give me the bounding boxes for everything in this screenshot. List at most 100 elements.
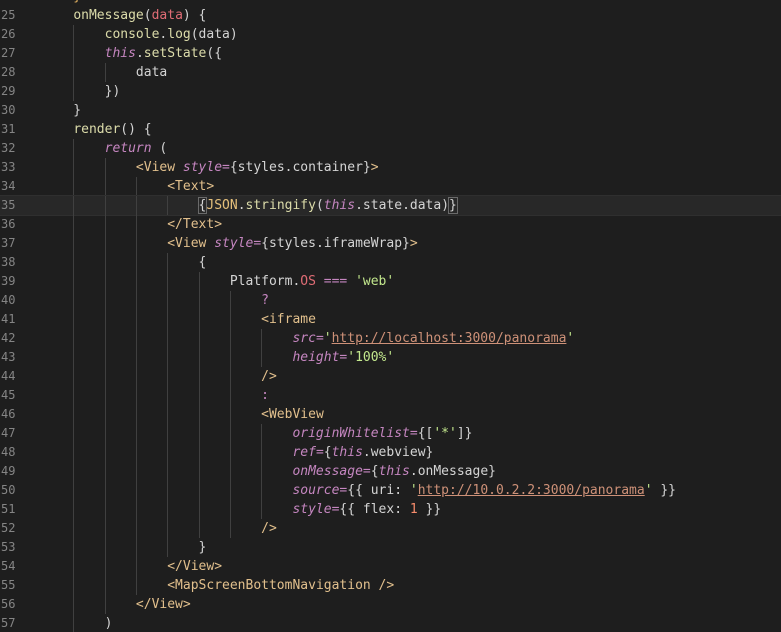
code-token: {{ uri: (347, 483, 410, 498)
line-number: 28 (1, 65, 16, 79)
code-line[interactable]: 37 <View style={styles.iframeWrap}> (0, 234, 781, 253)
code-line[interactable]: 55 <MapScreenBottomNavigation /> (0, 576, 781, 595)
code-line[interactable]: 39 Platform.OS === 'web' (0, 272, 781, 291)
line-number: 31 (1, 122, 16, 136)
line-code: this.setState({ (42, 44, 222, 63)
code-line[interactable]: 38 { (0, 253, 781, 272)
line-number: 50 (1, 483, 16, 497)
code-line[interactable]: 45 : (0, 386, 781, 405)
code-line[interactable]: 28 data (0, 63, 781, 82)
code-token: log (167, 27, 191, 42)
line-number: 45 (1, 388, 16, 402)
code-line[interactable]: 31 render() { (0, 120, 781, 139)
code-token: ' (566, 331, 575, 346)
code-line[interactable]: 47 originWhitelist={['*']} (0, 424, 781, 443)
line-code: onMessage={this.onMessage} (42, 462, 496, 481)
line-code: : (42, 386, 269, 405)
line-number: 40 (1, 293, 16, 307)
line-code: return ( (42, 139, 168, 158)
code-line[interactable]: 27 this.setState({ (0, 44, 781, 63)
code-token: = (409, 426, 418, 441)
code-token: source (292, 483, 340, 498)
line-number: 43 (1, 350, 16, 364)
code-line[interactable]: 49 onMessage={this.onMessage} (0, 462, 781, 481)
line-code: height='100%' (42, 348, 394, 367)
code-line[interactable]: 46 <WebView (0, 405, 781, 424)
line-code: <Text> (42, 177, 214, 196)
line-code: console.log(data) (42, 25, 238, 44)
code-line[interactable]: 35 {JSON.stringify(this.state.data)} (0, 195, 781, 216)
line-code: style={{ flex: 1 }} (42, 500, 441, 519)
line-number: 46 (1, 407, 16, 421)
line-code: </Text> (42, 215, 222, 234)
line-number: 27 (1, 46, 16, 60)
code-token: = (362, 464, 371, 479)
code-line[interactable]: 42 src='http://localhost:3000/panorama' (0, 329, 781, 348)
code-line[interactable]: 40 ? (0, 291, 781, 310)
line-code: } (42, 101, 81, 120)
code-line[interactable]: 56 </View> (0, 595, 781, 614)
code-line[interactable]: 50 source={{ uri: 'http://10.0.2.2:3000/… (0, 481, 781, 500)
line-number: 47 (1, 426, 16, 440)
code-token: this (104, 46, 136, 61)
code-token: > (409, 236, 418, 251)
code-line[interactable]: 26 console.log(data) (0, 25, 781, 44)
code-token: data (151, 8, 183, 23)
line-code: onMessage(data) { (42, 6, 206, 25)
line-code: originWhitelist={['*']} (42, 424, 472, 443)
code-line[interactable]: 48 ref={this.webview} (0, 443, 781, 462)
code-token: style (292, 502, 332, 517)
line-number: 30 (1, 103, 16, 117)
code-line[interactable]: 52 /> (0, 519, 781, 538)
line-number: 55 (1, 578, 16, 592)
line-number: 36 (1, 217, 16, 231)
code-line[interactable]: 29 }) (0, 82, 781, 101)
line-number: 48 (1, 445, 16, 459)
code-token: === (323, 274, 348, 289)
line-number: 42 (1, 331, 16, 345)
code-token: height (292, 350, 340, 365)
code-line[interactable]: 53 } (0, 538, 781, 557)
code-token: = (253, 236, 262, 251)
code-token: style (214, 236, 254, 251)
code-line[interactable]: 34 <Text> (0, 177, 781, 196)
code-token: http://localhost:3000/panorama (331, 331, 567, 346)
code-line[interactable]: 25 onMessage(data) { (0, 6, 781, 25)
code-token: http://10.0.2.2:3000/panorama (417, 483, 645, 498)
line-code: /> (42, 519, 277, 538)
code-editor[interactable]: 24 }25 onMessage(data) {26 console.log(d… (0, 0, 781, 632)
line-number: 41 (1, 312, 16, 326)
code-line[interactable]: 32 return ( (0, 139, 781, 158)
line-number: 25 (1, 8, 16, 22)
code-line[interactable]: 33 <View style={styles.container}> (0, 158, 781, 177)
code-token: {styles.iframeWrap} (261, 236, 410, 251)
code-line[interactable]: 54 </View> (0, 557, 781, 576)
line-code: ref={this.webview} (42, 443, 433, 462)
code-token: <iframe (261, 312, 316, 327)
code-line[interactable]: 57 ) (0, 614, 781, 632)
code-line[interactable]: 51 style={{ flex: 1 }} (0, 500, 781, 519)
code-line[interactable]: 43 height='100%' (0, 348, 781, 367)
code-token: style (182, 160, 223, 175)
code-line[interactable]: 44 /> (0, 367, 781, 386)
code-line[interactable]: 30 } (0, 101, 781, 120)
line-code: ) (42, 614, 113, 632)
code-line[interactable]: 41 <iframe (0, 310, 781, 329)
line-number: 56 (1, 597, 16, 611)
line-number: 26 (1, 27, 16, 41)
code-token: onMessage (73, 8, 144, 23)
line-number: 29 (1, 84, 16, 98)
line-number: 37 (1, 236, 16, 250)
code-line[interactable]: 36 </Text> (0, 215, 781, 234)
line-code: { (42, 253, 207, 272)
code-token: = (222, 160, 230, 175)
code-token: ) (42, 616, 113, 631)
code-token: } (448, 197, 458, 214)
code-token: { (42, 255, 207, 270)
